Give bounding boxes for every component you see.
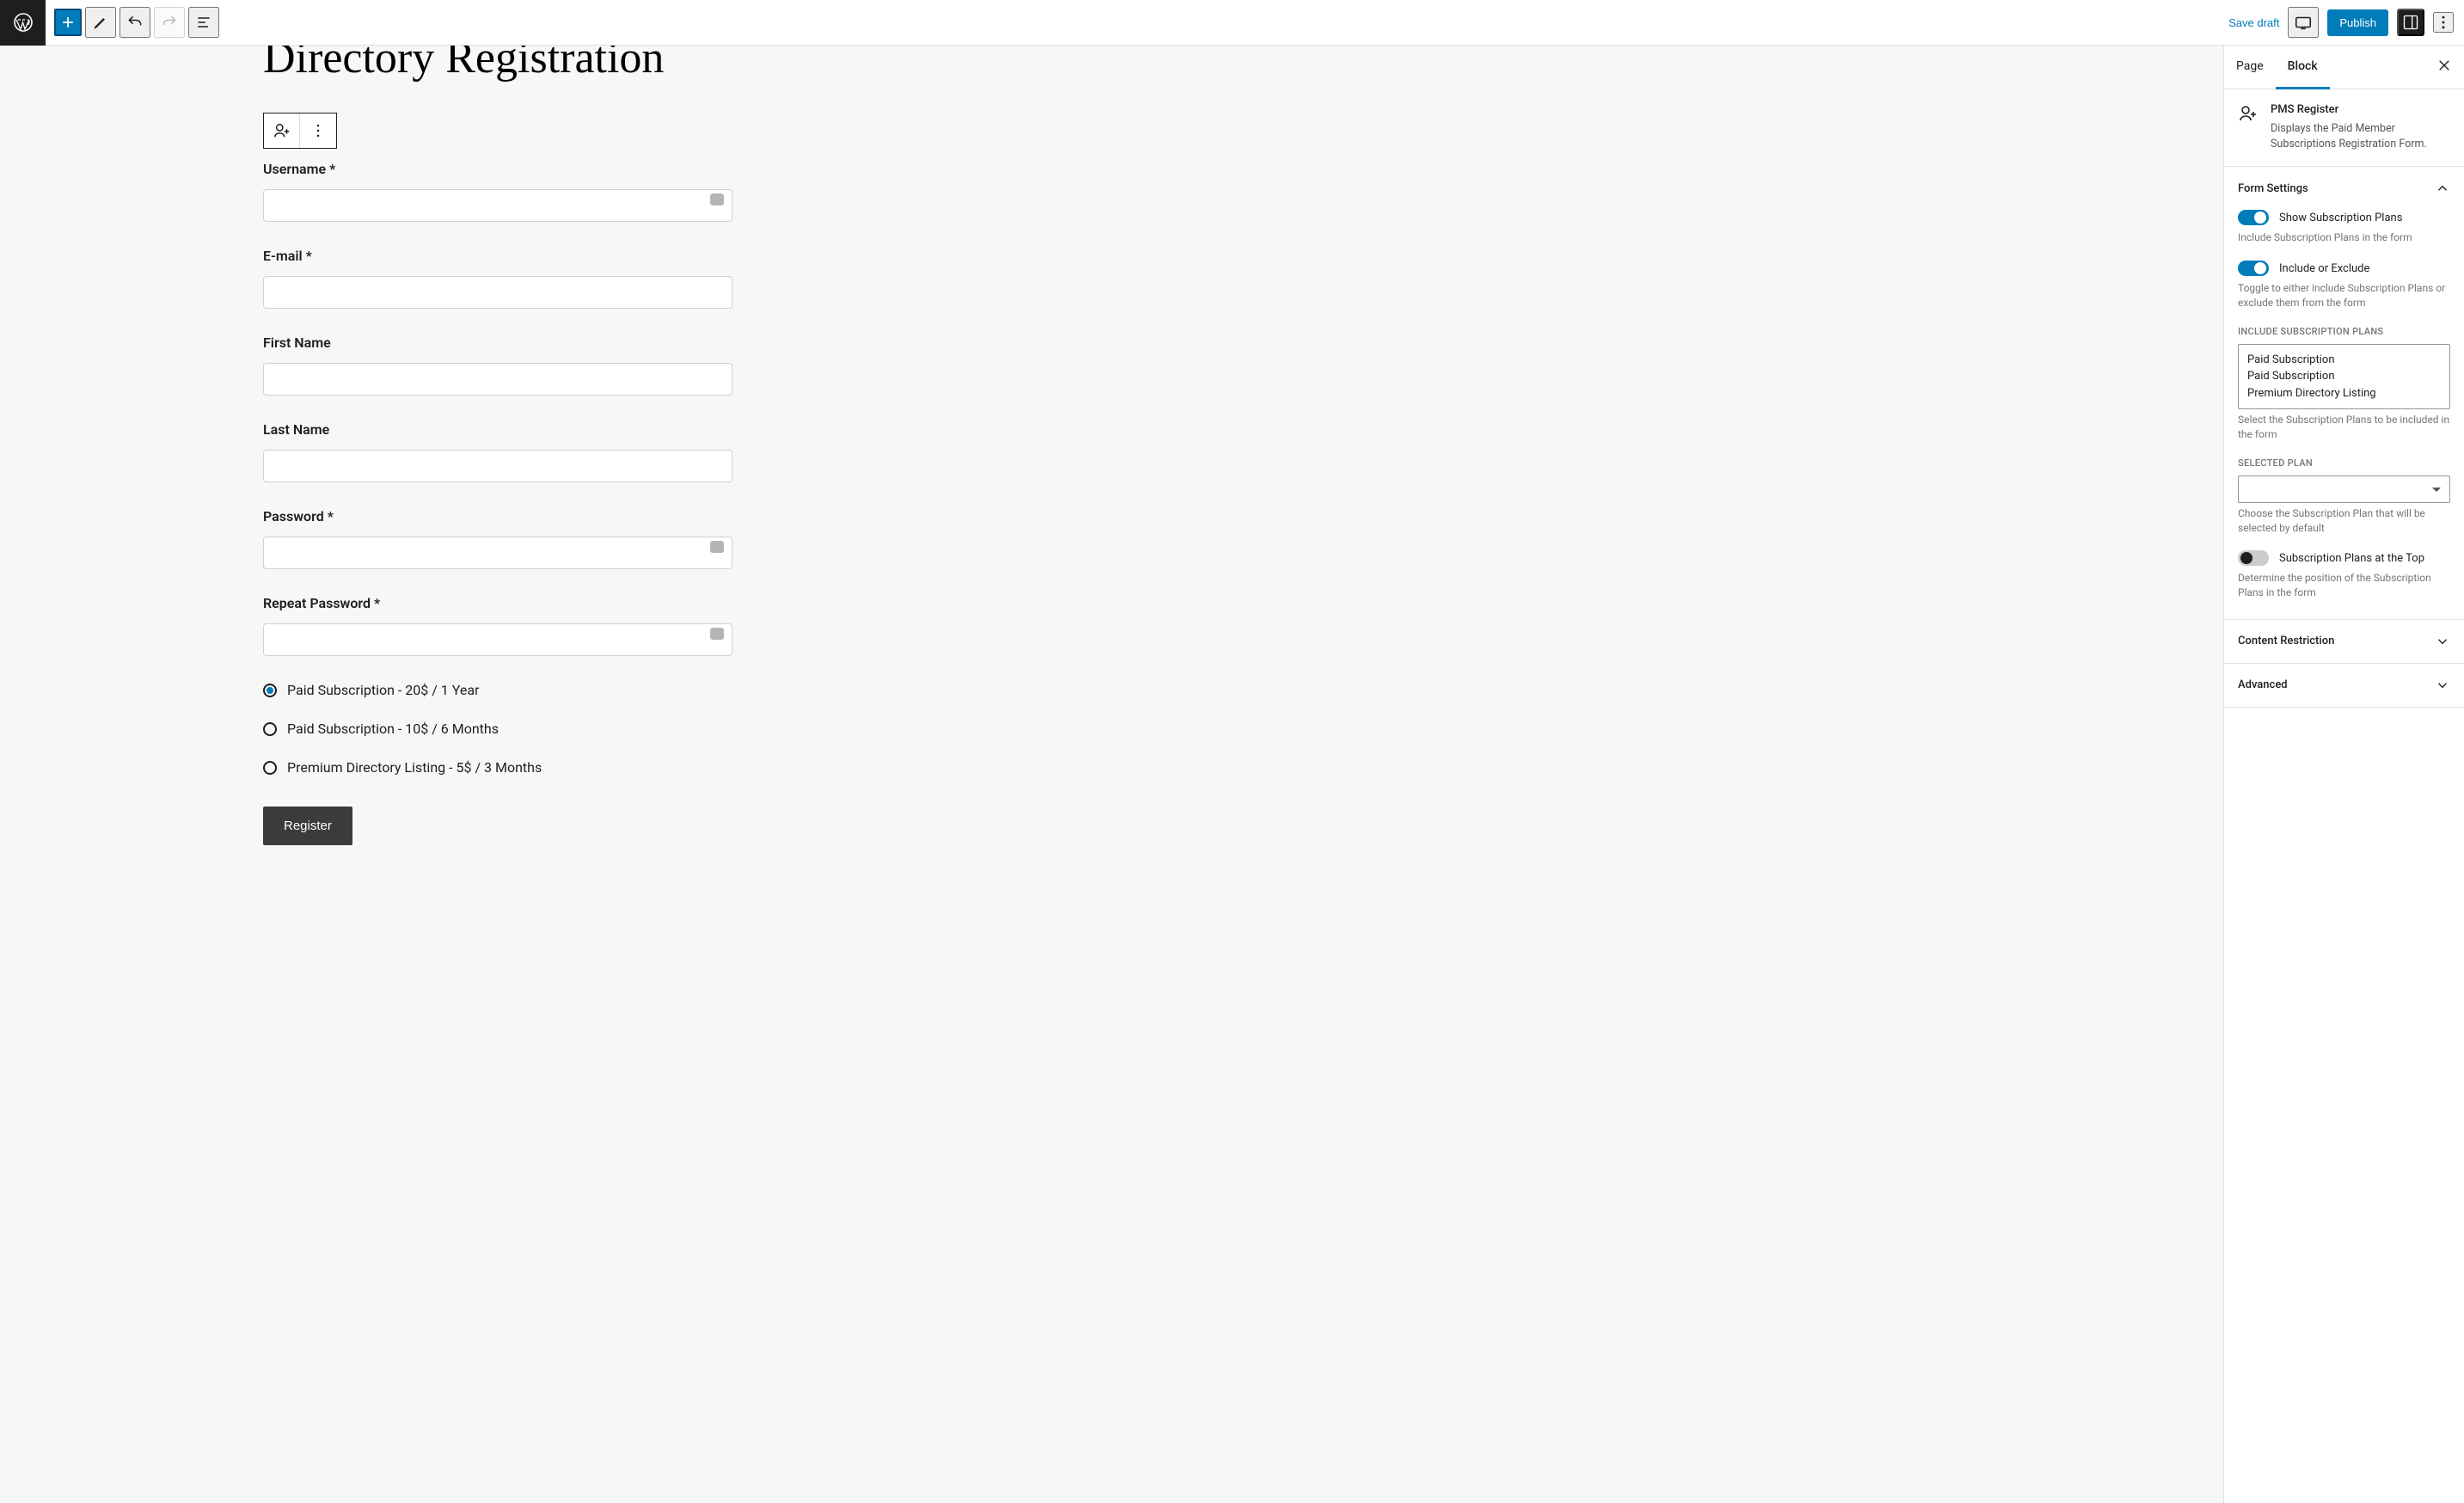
block-more-icon[interactable] [300, 113, 336, 148]
editor-canvas: Directory Registration Username * E-mail… [0, 46, 2223, 1503]
panel-header-form-settings[interactable]: Form Settings [2224, 167, 2464, 210]
plan-option[interactable]: Paid Subscription - 10$ / 6 Months [263, 721, 732, 737]
repeat-password-label: Repeat Password * [263, 595, 732, 611]
include-plans-label: Include Subscription Plans [2238, 326, 2450, 337]
document-overview-icon[interactable] [188, 7, 219, 38]
chevron-down-icon [2435, 634, 2450, 649]
wordpress-logo-icon[interactable] [0, 0, 46, 46]
block-info: PMS Register Displays the Paid Member Su… [2224, 89, 2464, 167]
publish-button[interactable]: Publish [2327, 9, 2388, 36]
panel-form-settings: Form Settings Show Subscription Plans In… [2224, 167, 2464, 620]
block-description: Displays the Paid Member Subscriptions R… [2271, 121, 2450, 152]
first-name-input[interactable] [263, 363, 732, 396]
help-text: Select the Subscription Plans to be incl… [2238, 413, 2450, 442]
toggle-plans-top[interactable] [2238, 550, 2269, 566]
plan-option[interactable]: Premium Directory Listing - 5$ / 3 Month… [263, 759, 732, 776]
page-title[interactable]: Directory Registration [263, 46, 2223, 83]
radio-icon [263, 722, 277, 736]
radio-icon [263, 761, 277, 775]
help-text: Include Subscription Plans in the form [2238, 230, 2450, 245]
toggle-label: Subscription Plans at the Top [2279, 552, 2424, 565]
settings-panel-button[interactable] [2397, 9, 2424, 36]
top-toolbar: Save draft Publish [0, 0, 2464, 46]
block-type-icon[interactable] [264, 113, 300, 148]
include-plans-list[interactable]: Paid Subscription Paid Subscription Prem… [2238, 344, 2450, 410]
edit-tool-icon[interactable] [85, 7, 116, 38]
username-input[interactable] [263, 189, 732, 222]
input-suggestions-icon [710, 541, 724, 553]
plan-label: Paid Subscription - 20$ / 1 Year [287, 682, 479, 698]
panel-header-advanced[interactable]: Advanced [2224, 664, 2464, 707]
help-text: Choose the Subscription Plan that will b… [2238, 506, 2450, 536]
block-toolbar [263, 113, 337, 149]
password-label: Password * [263, 508, 732, 525]
list-item[interactable]: Paid Subscription [2247, 368, 2441, 385]
redo-icon[interactable] [154, 7, 185, 38]
input-suggestions-icon [710, 193, 724, 206]
help-text: Toggle to either include Subscription Pl… [2238, 281, 2450, 310]
plan-label: Paid Subscription - 10$ / 6 Months [287, 721, 499, 737]
email-label: E-mail * [263, 248, 732, 264]
list-item[interactable]: Premium Directory Listing [2247, 385, 2441, 402]
undo-icon[interactable] [120, 7, 150, 38]
selected-plan-select[interactable] [2238, 475, 2450, 503]
first-name-label: First Name [263, 334, 732, 351]
settings-sidebar: Page Block PMS Register Displays the Pai… [2223, 46, 2464, 1503]
tab-page[interactable]: Page [2224, 46, 2276, 89]
registration-form: Username * E-mail * First Name Last Name… [263, 83, 732, 845]
last-name-label: Last Name [263, 421, 732, 438]
input-suggestions-icon [710, 628, 724, 640]
help-text: Determine the position of the Subscripti… [2238, 571, 2450, 600]
chevron-up-icon [2435, 181, 2450, 196]
right-tools: Save draft Publish [2228, 7, 2464, 38]
password-input[interactable] [263, 537, 732, 569]
panel-content-restriction: Content Restriction [2224, 620, 2464, 664]
repeat-password-input[interactable] [263, 623, 732, 656]
register-button[interactable]: Register [263, 807, 352, 845]
add-block-button[interactable] [54, 9, 82, 36]
block-name: PMS Register [2271, 103, 2450, 116]
preview-icon[interactable] [2288, 7, 2319, 38]
username-label: Username * [263, 161, 732, 177]
list-item[interactable]: Paid Subscription [2247, 352, 2441, 369]
last-name-input[interactable] [263, 450, 732, 482]
plan-option[interactable]: Paid Subscription - 20$ / 1 Year [263, 682, 732, 698]
toggle-include-exclude[interactable] [2238, 261, 2269, 276]
sidebar-tabs: Page Block [2224, 46, 2464, 89]
chevron-down-icon [2435, 678, 2450, 693]
tab-block[interactable]: Block [2276, 46, 2330, 89]
toggle-label: Include or Exclude [2279, 262, 2369, 275]
panel-header-content-restriction[interactable]: Content Restriction [2224, 620, 2464, 663]
close-sidebar-icon[interactable] [2424, 46, 2464, 89]
save-draft-button[interactable]: Save draft [2228, 16, 2279, 29]
more-options-icon[interactable] [2433, 12, 2454, 33]
plan-label: Premium Directory Listing - 5$ / 3 Month… [287, 759, 542, 776]
toggle-label: Show Subscription Plans [2279, 212, 2402, 224]
email-input[interactable] [263, 276, 732, 309]
selected-plan-label: Selected Plan [2238, 457, 2450, 469]
left-tools [46, 7, 219, 38]
radio-icon [263, 684, 277, 697]
pms-register-icon [2238, 103, 2259, 124]
toggle-show-plans[interactable] [2238, 210, 2269, 225]
panel-advanced: Advanced [2224, 664, 2464, 708]
